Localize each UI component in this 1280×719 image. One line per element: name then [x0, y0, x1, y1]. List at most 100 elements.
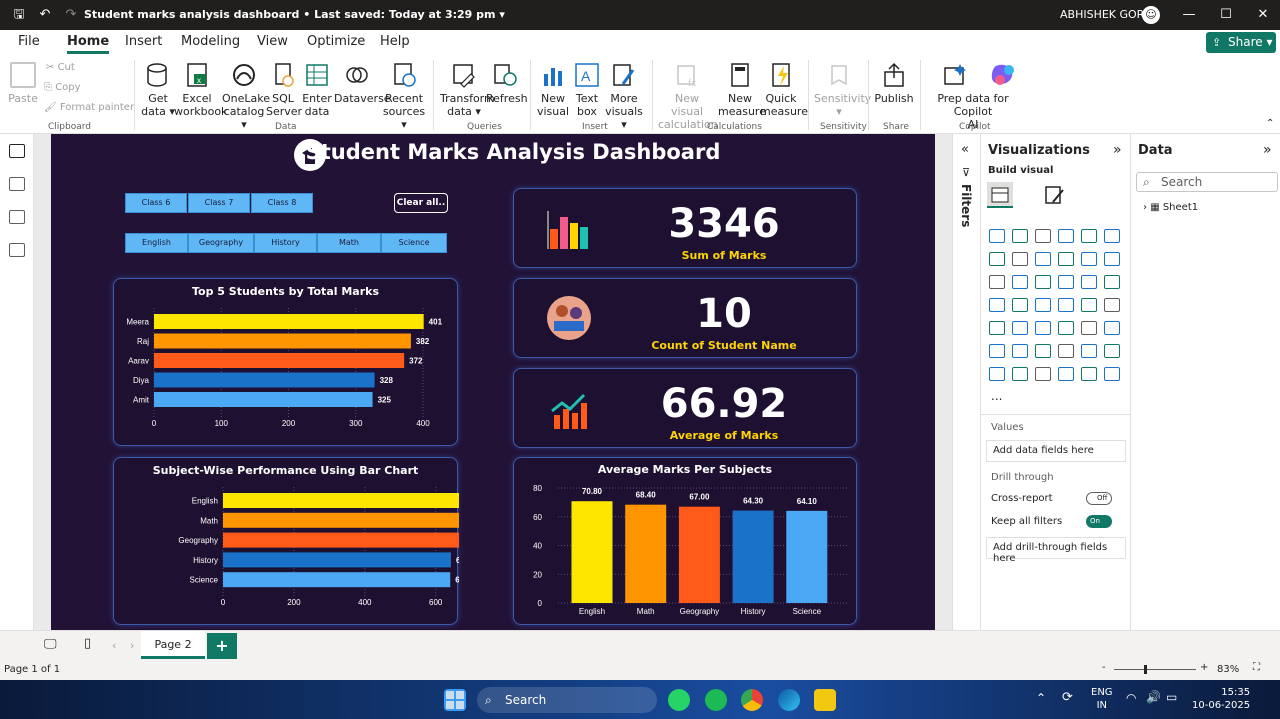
edge-icon[interactable]: [778, 689, 800, 711]
redo-icon[interactable]: ↷: [62, 6, 80, 24]
enter-data-button[interactable]: Enter data: [300, 62, 334, 118]
visual-type-icon[interactable]: [1012, 321, 1028, 335]
slicer-class-6[interactable]: Class 6: [125, 193, 187, 213]
visual-type-icon[interactable]: [1012, 275, 1028, 289]
visual-type-icon[interactable]: [1035, 275, 1051, 289]
slicer-math[interactable]: Math: [317, 233, 381, 253]
menu-help[interactable]: Help: [380, 34, 410, 49]
show-hidden-icons[interactable]: ⌃: [1036, 691, 1046, 705]
chart-top-students[interactable]: Top 5 Students by Total Marks 0 100 200 300…: [113, 278, 458, 446]
visual-type-icon[interactable]: [1035, 367, 1051, 381]
collapse-ribbon-icon[interactable]: ⌃: [1266, 118, 1274, 129]
avatar[interactable]: ☺: [1142, 6, 1160, 24]
onelake-catalog-button[interactable]: OneLake catalog ▾: [222, 62, 270, 131]
zoom-slider-thumb[interactable]: [1144, 665, 1147, 674]
visual-type-icon[interactable]: [1081, 252, 1097, 266]
more-visuals-button[interactable]: More visuals ▾: [603, 62, 645, 131]
model-view-icon[interactable]: [9, 210, 25, 224]
refresh-button[interactable]: Refresh: [486, 62, 528, 105]
visual-type-icon[interactable]: [1081, 367, 1097, 381]
windows-start-icon[interactable]: [444, 689, 466, 711]
visual-type-icon[interactable]: [1012, 344, 1028, 358]
next-page-icon[interactable]: ›: [130, 639, 134, 652]
volume-icon[interactable]: 🔊: [1146, 690, 1161, 704]
text-box-button[interactable]: A Text box: [572, 62, 602, 118]
report-view-icon[interactable]: [9, 144, 25, 158]
filters-pane[interactable]: « ⊽ Filters: [952, 134, 980, 630]
visual-type-icon[interactable]: [1104, 298, 1120, 312]
visual-type-icon[interactable]: [1058, 275, 1074, 289]
page-tab[interactable]: Page 2: [141, 631, 205, 659]
visual-type-icon[interactable]: [989, 367, 1005, 381]
visual-type-icon[interactable]: [1035, 344, 1051, 358]
slicer-class-8[interactable]: Class 8: [251, 193, 313, 213]
build-visual-icon[interactable]: [987, 182, 1013, 208]
visual-type-icon[interactable]: [1081, 298, 1097, 312]
power-bi-icon[interactable]: [814, 689, 836, 711]
visual-type-icon[interactable]: [1081, 229, 1097, 243]
kpi-card-average[interactable]: 66.92 Average of Marks: [513, 368, 857, 448]
menu-optimize[interactable]: Optimize: [307, 34, 365, 49]
more-visuals-icon[interactable]: ...: [991, 389, 1002, 403]
table-view-icon[interactable]: [9, 177, 25, 191]
slicer-geography[interactable]: Geography: [188, 233, 254, 253]
format-visual-icon[interactable]: [1043, 184, 1067, 206]
visual-type-icon[interactable]: [1012, 252, 1028, 266]
kpi-card-count[interactable]: 10 Count of Student Name: [513, 278, 857, 358]
visual-type-icon[interactable]: [1104, 367, 1120, 381]
cross-report-toggle[interactable]: Off: [1086, 492, 1112, 505]
menu-file[interactable]: File: [18, 34, 40, 49]
copy-button[interactable]: ⎘ Copy: [44, 82, 81, 93]
excel-workbook-button[interactable]: x Excel workbook: [174, 62, 227, 118]
visual-type-icon[interactable]: [1035, 321, 1051, 335]
taskbar-search[interactable]: ⌕ Search: [477, 687, 657, 713]
language-indicator[interactable]: ENG IN: [1091, 686, 1113, 712]
visual-type-icon[interactable]: [1012, 367, 1028, 381]
maximize-icon[interactable]: ☐: [1213, 6, 1239, 24]
wifi-icon[interactable]: ◠: [1126, 691, 1136, 705]
get-data-button[interactable]: Get data ▾: [138, 62, 178, 118]
add-drill-through-well[interactable]: Add drill-through fields here: [986, 537, 1126, 564]
new-measure-button[interactable]: New measure: [718, 62, 766, 118]
recent-sources-button[interactable]: Recent sources ▾: [382, 62, 426, 131]
zoom-out-icon[interactable]: -: [1102, 662, 1106, 673]
visual-type-icon[interactable]: [989, 275, 1005, 289]
add-page-button[interactable]: +: [207, 633, 237, 659]
chart-average-marks[interactable]: Average Marks Per Subjects 0 20 40 60 80 70.8…: [513, 457, 857, 625]
quick-measure-button[interactable]: Quick measure: [760, 62, 808, 118]
visual-type-icon[interactable]: [989, 321, 1005, 335]
visual-type-icon[interactable]: [1058, 252, 1074, 266]
sensitivity-button[interactable]: Sensitivity ▾: [814, 62, 871, 118]
visual-type-icon[interactable]: [1058, 321, 1074, 335]
visual-type-icon[interactable]: [1058, 367, 1074, 381]
dataverse-button[interactable]: Dataverse: [334, 62, 391, 105]
visual-type-icon[interactable]: [989, 252, 1005, 266]
visual-type-icon[interactable]: [1035, 252, 1051, 266]
close-icon[interactable]: ✕: [1250, 6, 1276, 24]
prep-data-copilot-button[interactable]: Prep data for Copilot AI: [922, 62, 1024, 131]
mobile-layout-icon[interactable]: ▯: [84, 636, 91, 651]
menu-home[interactable]: Home: [67, 34, 110, 54]
expand-icon[interactable]: »: [1263, 142, 1272, 158]
visual-type-icon[interactable]: [1035, 229, 1051, 243]
expand-icon[interactable]: »: [1113, 142, 1122, 158]
visual-type-icon[interactable]: [989, 344, 1005, 358]
visual-type-icon[interactable]: [1058, 344, 1074, 358]
visual-type-icon[interactable]: [1012, 298, 1028, 312]
slicer-science[interactable]: Science: [381, 233, 447, 253]
visual-type-icon[interactable]: [1058, 229, 1074, 243]
user-name[interactable]: ABHISHEK GORE: [1060, 8, 1151, 21]
zoom-in-icon[interactable]: +: [1200, 662, 1208, 673]
dax-query-view-icon[interactable]: [9, 243, 25, 257]
keep-filters-toggle[interactable]: On: [1086, 515, 1112, 528]
minimize-icon[interactable]: —: [1176, 6, 1202, 24]
sql-server-button[interactable]: SQL Server: [266, 62, 302, 118]
battery-icon[interactable]: ▭: [1166, 690, 1177, 704]
visual-type-icon[interactable]: [1104, 252, 1120, 266]
spotify-icon[interactable]: [705, 689, 727, 711]
add-data-fields-well[interactable]: Add data fields here: [986, 440, 1126, 462]
visual-type-icon[interactable]: [1104, 321, 1120, 335]
transform-data-button[interactable]: Transform data ▾: [440, 62, 495, 118]
undo-icon[interactable]: ↶: [36, 6, 54, 24]
menu-view[interactable]: View: [257, 34, 288, 49]
